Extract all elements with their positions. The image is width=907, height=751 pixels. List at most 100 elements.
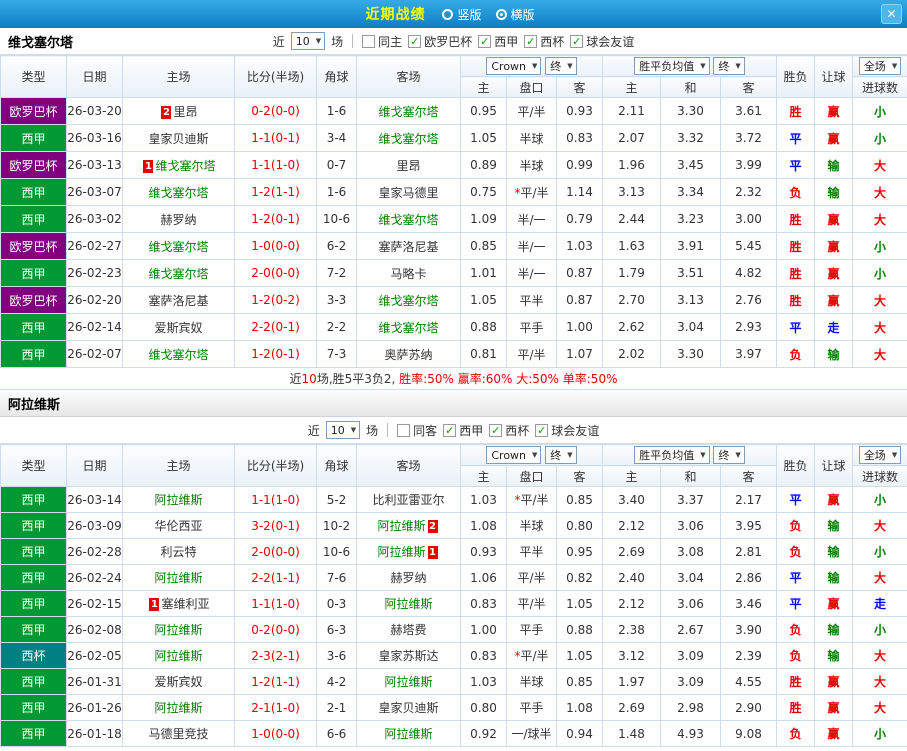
score-cell: 1-0(0-0) xyxy=(234,232,317,260)
europe-odds-select[interactable]: 胜平负均值 ▼ xyxy=(634,446,710,464)
radio-selected-icon xyxy=(495,8,507,20)
europe-away-odds-cell: 4.55 xyxy=(720,668,778,695)
col-away: 客场 xyxy=(356,55,461,98)
checkbox-label: 西杯 xyxy=(505,423,530,438)
asia-line-cell: 半球 xyxy=(506,668,557,695)
match-count-select[interactable]: 10 ▼ xyxy=(290,32,326,50)
away-team-cell: 马略卡 xyxy=(356,259,461,287)
team2-filters: 近 10 ▼ 场 同客 ✓ 西甲 ✓ 西杯 ✓ 球会友谊 xyxy=(308,421,599,439)
chevron-down-icon: ▼ xyxy=(315,37,322,45)
goals-result-cell: 大 xyxy=(852,694,907,721)
team1-table-body: 欧罗巴杯 26-03-20 2 里昂 0-2(0-0) 1-6 维戈塞尔塔 0.95 平/半 0.… xyxy=(0,97,907,368)
team1-league-checkboxes: 同主 ✓ 欧罗巴杯 ✓ 西甲 ✓ 西杯 ✓ 球会友谊 xyxy=(362,33,634,50)
col-away: 客场 xyxy=(356,444,461,487)
league-filter-checkbox[interactable]: ✓ 西杯 xyxy=(489,422,529,439)
goals-result-cell: 小 xyxy=(852,720,907,747)
league-filter-checkbox[interactable]: ✓ 西甲 xyxy=(443,422,483,439)
europe-draw-odds-cell: 3.32 xyxy=(660,124,722,152)
period-select[interactable]: 全场 ▼ xyxy=(858,446,902,464)
chevron-down-icon: ▼ xyxy=(350,426,357,434)
star-marker: * xyxy=(514,493,521,507)
asia-home-odds-cell: 0.83 xyxy=(460,590,507,617)
score-cell: 2-3(2-1) xyxy=(234,642,317,669)
checkbox-label: 西杯 xyxy=(540,34,565,49)
away-team-cell: 维戈塞尔塔 xyxy=(356,286,461,314)
team1-name: 维戈塞尔塔 xyxy=(8,35,74,51)
europe-draw-odds-cell: 3.13 xyxy=(660,286,722,314)
league-filter-checkbox[interactable]: ✓ 球会友谊 xyxy=(535,422,599,439)
league-type-cell: 西甲 xyxy=(0,668,67,695)
score-cell: 1-1(0-1) xyxy=(234,124,317,152)
match-row: 西甲 26-02-28 利云特 2-0(0-0) 10-6 阿拉维斯 1 0.93 平半 0.95… xyxy=(0,538,907,565)
radio-vertical-view[interactable]: 竖版 xyxy=(442,6,482,23)
europe-draw-odds-cell: 3.51 xyxy=(660,259,722,287)
away-team-cell: 维戈塞尔塔 xyxy=(356,313,461,341)
team-name: 华伦西亚 xyxy=(154,519,203,533)
odds-company-select[interactable]: Crown ▼ xyxy=(486,446,542,465)
team-name: 阿拉维斯 xyxy=(384,597,433,611)
goals-result-cell: 小 xyxy=(852,486,907,513)
home-team-cell: 维戈塞尔塔 xyxy=(122,178,235,206)
odds-final-select[interactable]: 终 ▼ xyxy=(545,445,577,464)
league-type-cell: 西杯 xyxy=(0,642,67,669)
radio-horizontal-view[interactable]: 横版 xyxy=(495,6,535,23)
near-label: 近 xyxy=(307,423,320,438)
team-name: 阿拉维斯 xyxy=(377,519,426,533)
result-cell: 平 xyxy=(776,486,816,513)
match-date-cell: 26-02-20 xyxy=(66,286,123,314)
league-type-cell: 西甲 xyxy=(0,313,67,341)
corner-cell: 10-2 xyxy=(316,512,357,539)
league-filter-checkbox[interactable]: ✓ 西杯 xyxy=(524,33,564,50)
asia-line-cell: 平/半 xyxy=(506,97,557,125)
goals-result-cell: 小 xyxy=(852,259,907,287)
col-home: 主场 xyxy=(122,444,235,487)
col-corner: 角球 xyxy=(316,55,357,98)
asia-away-odds-cell: 0.87 xyxy=(555,286,604,314)
corner-cell: 3-6 xyxy=(316,642,357,669)
close-button[interactable]: ✕ xyxy=(881,4,902,24)
europe-final-select[interactable]: 终 ▼ xyxy=(713,446,745,464)
away-team-cell: 皇家马德里 xyxy=(356,178,461,206)
league-filter-checkbox[interactable]: ✓ 西甲 xyxy=(478,33,518,50)
col-europe-draw: 和 xyxy=(660,465,722,487)
chevron-down-icon: ▼ xyxy=(891,451,898,459)
red-card-badge: 2 xyxy=(161,105,172,119)
asia-away-odds-cell: 1.05 xyxy=(555,642,604,669)
asia-away-odds-cell: 1.00 xyxy=(555,313,604,341)
odds-final-select[interactable]: 终 ▼ xyxy=(545,56,577,75)
checkbox-label: 球会友谊 xyxy=(551,423,600,438)
europe-away-odds-cell: 2.93 xyxy=(720,313,778,341)
odds-company-select[interactable]: Crown ▼ xyxy=(486,57,542,76)
match-count-select[interactable]: 10 ▼ xyxy=(325,421,361,439)
europe-away-odds-cell: 2.90 xyxy=(720,694,778,721)
league-filter-checkbox[interactable]: ✓ 欧罗巴杯 xyxy=(408,33,472,50)
home-team-cell: 皇家贝迪斯 xyxy=(122,124,235,152)
league-filter-checkbox[interactable]: 同客 xyxy=(397,422,437,439)
europe-away-odds-cell: 2.17 xyxy=(720,486,778,513)
period-select[interactable]: 全场 ▼ xyxy=(858,57,902,75)
corner-cell: 0-7 xyxy=(316,151,357,179)
asia-odds-header: Crown ▼ 终 ▼ xyxy=(459,55,604,77)
result-cell: 负 xyxy=(776,720,816,747)
handicap-result-cell: 赢 xyxy=(814,124,854,152)
league-filter-checkbox[interactable]: ✓ 球会友谊 xyxy=(570,33,634,50)
team2-league-checkboxes: 同客 ✓ 西甲 ✓ 西杯 ✓ 球会友谊 xyxy=(397,422,599,439)
europe-home-odds-cell: 2.62 xyxy=(602,313,662,341)
handicap-result-cell: 输 xyxy=(814,642,854,669)
team-name: 皇家贝迪斯 xyxy=(378,701,439,715)
europe-draw-odds-cell: 3.30 xyxy=(660,340,722,368)
star-marker: * xyxy=(514,185,521,200)
europe-odds-select[interactable]: 胜平负均值 ▼ xyxy=(634,57,710,75)
team-name: 维戈塞尔塔 xyxy=(378,320,439,335)
team2-table-body: 西甲 26-03-14 阿拉维斯 1-1(1-0) 5-2 比利亚雷亚尔 1.03 *平/半 0… xyxy=(0,486,907,747)
corner-cell: 7-3 xyxy=(316,340,357,368)
europe-away-odds-cell: 3.61 xyxy=(720,97,778,125)
chevron-down-icon: ▼ xyxy=(567,450,573,459)
home-team-cell: 维戈塞尔塔 xyxy=(122,232,235,260)
europe-away-odds-cell: 3.99 xyxy=(720,151,778,179)
league-filter-checkbox[interactable]: 同主 xyxy=(362,33,402,50)
col-asia-line: 盘口 xyxy=(506,465,557,487)
europe-final-select[interactable]: 终 ▼ xyxy=(713,57,745,75)
goals-result-cell: 小 xyxy=(852,232,907,260)
match-row: 西甲 26-02-23 维戈塞尔塔 2-0(0-0) 7-2 马略卡 1.01 半/一 0.87… xyxy=(0,259,907,287)
